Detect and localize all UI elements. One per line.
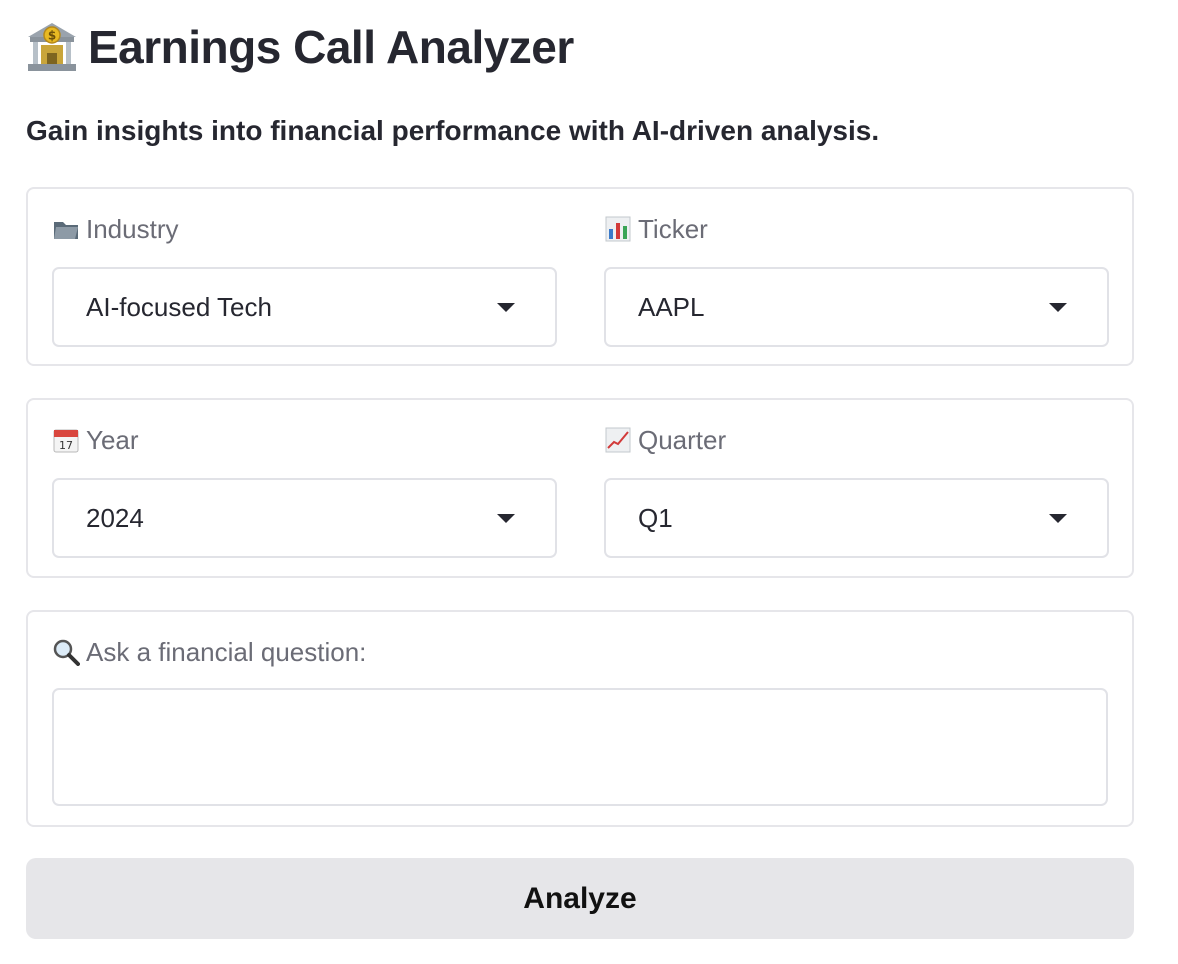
calendar-icon: 17 xyxy=(53,429,79,453)
bank-icon: $ xyxy=(28,23,76,71)
header: $ Earnings Call Analyzer xyxy=(26,20,574,74)
year-label: Year xyxy=(86,424,139,455)
app-page: $ Earnings Call Analyzer Gain insights i… xyxy=(0,0,1178,964)
industry-select-value: AI-focused Tech xyxy=(86,291,272,322)
industry-label: Industry xyxy=(86,213,179,244)
question-field: Ask a financial question: xyxy=(52,634,1108,811)
magnifier-icon xyxy=(53,639,80,666)
quarter-select-value: Q1 xyxy=(638,502,673,533)
bar-chart-icon xyxy=(605,216,631,242)
year-quarter-card: 17 Year 2024 Quarter Q1 xyxy=(26,398,1134,578)
question-input[interactable] xyxy=(52,688,1108,806)
analyze-button[interactable]: Analyze xyxy=(26,858,1134,939)
industry-field: Industry AI-focused Tech xyxy=(52,211,557,347)
chevron-down-icon xyxy=(1049,513,1067,523)
industry-ticker-card: Industry AI-focused Tech Ticker AAPL xyxy=(26,187,1134,366)
page-title: Earnings Call Analyzer xyxy=(88,21,574,73)
ticker-select-value: AAPL xyxy=(638,291,705,322)
quarter-field: Quarter Q1 xyxy=(604,422,1109,558)
folder-icon xyxy=(54,222,78,239)
chevron-down-icon xyxy=(497,302,515,312)
svg-text:$: $ xyxy=(48,29,56,43)
quarter-select[interactable]: Q1 xyxy=(604,478,1109,558)
svg-text:17: 17 xyxy=(59,439,73,452)
chevron-down-icon xyxy=(1049,302,1067,312)
question-card: Ask a financial question: xyxy=(26,610,1134,827)
question-label: Ask a financial question: xyxy=(86,636,367,667)
page-subtitle: Gain insights into financial performance… xyxy=(26,115,880,146)
ticker-select[interactable]: AAPL xyxy=(604,267,1109,347)
chart-increasing-icon xyxy=(605,427,631,453)
chevron-down-icon xyxy=(497,513,515,523)
industry-select[interactable]: AI-focused Tech xyxy=(52,267,557,347)
year-select[interactable]: 2024 xyxy=(52,478,557,558)
ticker-field: Ticker AAPL xyxy=(604,211,1109,347)
year-field: 17 Year 2024 xyxy=(52,422,557,558)
year-select-value: 2024 xyxy=(86,502,144,533)
ticker-label: Ticker xyxy=(638,213,708,244)
quarter-label: Quarter xyxy=(638,424,727,455)
